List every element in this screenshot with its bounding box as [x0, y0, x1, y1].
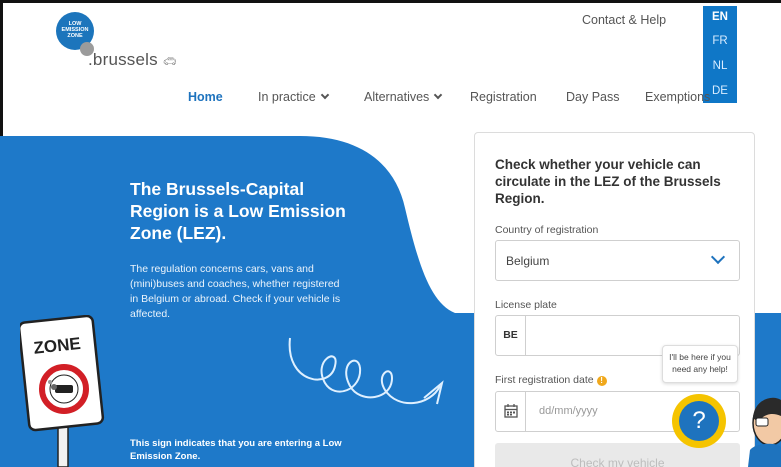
nav-alternatives[interactable]: Alternatives	[364, 90, 443, 104]
lang-en[interactable]: EN	[703, 11, 737, 23]
lang-fr[interactable]: FR	[703, 35, 737, 47]
car-icon: 🚗︎	[162, 56, 177, 68]
date-placeholder: dd/mm/yyyy	[539, 405, 598, 417]
lez-brussels-logo[interactable]: LOW EMISSION ZONE .brussels 🚗︎	[56, 12, 216, 72]
logo-wordmark-text: .brussels	[88, 50, 158, 69]
plate-label: License plate	[495, 299, 557, 311]
nav-registration[interactable]: Registration	[470, 90, 537, 104]
info-icon[interactable]: !	[596, 376, 607, 386]
contact-help-link[interactable]: Contact & Help	[582, 13, 666, 27]
nav-exemptions[interactable]: Exemptions	[645, 90, 710, 104]
nav-alternatives-label: Alternatives	[364, 90, 430, 104]
sign-caption: This sign indicates that you are enterin…	[130, 438, 342, 462]
nav-home[interactable]: Home	[188, 90, 223, 104]
hero-description: The regulation concerns cars, vans and (…	[130, 263, 341, 320]
nav-day-pass[interactable]: Day Pass	[566, 90, 620, 104]
nav-in-practice[interactable]: In practice	[258, 90, 329, 104]
date-label-text: First registration date	[495, 374, 594, 386]
chevron-down-icon	[434, 90, 443, 100]
country-select-value: Belgium	[506, 254, 550, 268]
lang-nl[interactable]: NL	[703, 60, 737, 72]
calendar-icon	[504, 404, 518, 418]
chevron-down-icon	[710, 249, 726, 265]
country-select[interactable]: Belgium	[495, 240, 740, 281]
help-tooltip: I'll be here if you need any help!	[662, 345, 738, 383]
date-icon-cell	[496, 392, 526, 431]
date-label: First registration date!	[495, 374, 607, 386]
logo-wordmark: .brussels 🚗︎	[88, 50, 177, 70]
mascot-character	[748, 397, 781, 467]
logo-badge-line-3: ZONE	[67, 33, 83, 39]
lez-zone-sign: ZONE	[20, 315, 105, 467]
window-frame-top	[0, 0, 781, 3]
chevron-down-icon	[320, 90, 329, 100]
nav-in-practice-label: In practice	[258, 90, 316, 104]
hero-title: The Brussels-Capital Region is a Low Emi…	[130, 179, 346, 243]
plate-country-prefix: BE	[496, 316, 526, 355]
language-switcher: EN FR NL DE	[703, 6, 737, 103]
help-chat-button[interactable]: ?	[672, 394, 726, 448]
country-label: Country of registration	[495, 224, 599, 236]
question-icon: ?	[679, 401, 719, 441]
form-title: Check whether your vehicle can circulate…	[495, 157, 721, 206]
